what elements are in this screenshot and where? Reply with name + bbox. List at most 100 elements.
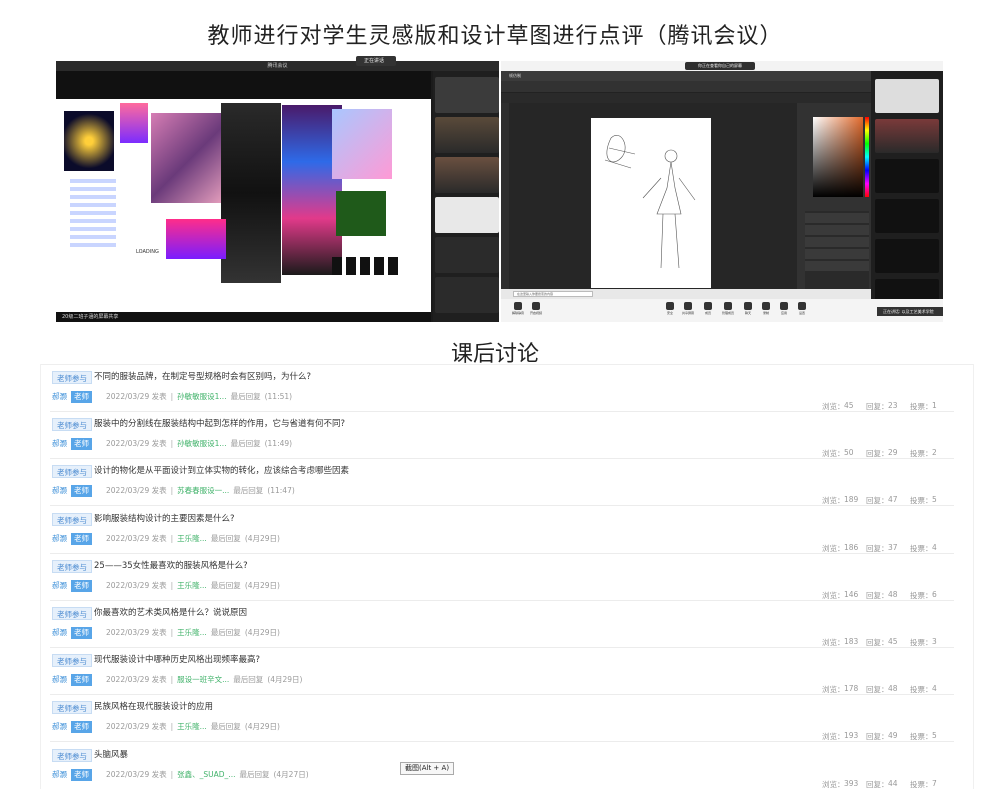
thread-item[interactable]: 老师参与 现代服装设计中哪种历史风格出现频率最高? 郝灏 老师 2022/03/29 发… (40, 648, 974, 696)
last-reply-time: (11:47) (267, 486, 295, 496)
last-reply-author[interactable]: 王乐隆... (177, 534, 207, 543)
thread-item[interactable]: 老师参与 民族风格在现代服装设计的应用 郝灏 老师 2022/03/29 发表 | 王乐隆.… (40, 695, 974, 743)
meeting-control-button[interactable]: 管理成员 (719, 302, 737, 315)
posted-label: 发表 (151, 628, 167, 637)
votes-count: 5 (932, 495, 937, 505)
thread-title[interactable]: 25——35女性最喜欢的服装风格是什么? (94, 560, 248, 573)
meeting-control-button[interactable]: 解除静音 (509, 302, 527, 315)
last-reply-author[interactable]: 张鑫、_SUAD_... (177, 770, 235, 779)
meeting-control-button[interactable]: 聊天 (739, 302, 757, 315)
thread-meta: 郝灏 老师 2022/03/29 发表 | 张鑫、_SUAD_... 最后回复 (4月27日… (52, 768, 309, 781)
thread-title[interactable]: 头脑风暴 (94, 749, 128, 762)
photoshop-tab[interactable]: 帧仿制 (509, 73, 521, 79)
votes-count: 4 (932, 684, 937, 694)
sketch-document[interactable] (591, 118, 711, 288)
participant-tile[interactable] (435, 277, 499, 313)
last-reply-author[interactable]: 王乐隆... (177, 628, 207, 637)
control-label: 应用 (780, 311, 787, 315)
meta-separator: | (170, 533, 174, 543)
layer-row[interactable] (805, 213, 869, 223)
participant-tile[interactable] (875, 199, 939, 233)
meeting-control-button[interactable]: 录制 (757, 302, 775, 315)
last-reply-author[interactable]: 孙敏敏服设1... (177, 439, 226, 448)
thread-title[interactable]: 你最喜欢的艺术类风格是什么？说说原因 (94, 607, 247, 620)
posted-label: 发表 (151, 580, 167, 590)
teacher-name-tag[interactable]: 郝灏 (52, 485, 67, 497)
thread-item[interactable]: 老师参与 25——35女性最喜欢的服装风格是什么? 郝灏 老师 2022/03/29 发… (40, 554, 974, 601)
teacher-name-tag[interactable]: 郝灏 (52, 438, 67, 450)
meeting-control-button[interactable]: 设置 (793, 302, 811, 315)
page-heading-meeting: 教师进行对学生灵感版和设计草图进行点评（腾讯会议） (207, 24, 783, 49)
meeting-control-button[interactable]: 应用 (775, 302, 793, 315)
taskbar-search[interactable]: 在这里输入你要搜索的内容 (513, 291, 593, 297)
teacher-participate-tag: 老师参与 (52, 512, 92, 526)
thread-title[interactable]: 服装中的分割线在服装结构中起到怎样的作用，它与省道有何不同? (94, 418, 345, 431)
teacher-name-tag[interactable]: 郝灏 (52, 721, 67, 733)
last-reply-author[interactable]: 孙敏敏服设1... (177, 392, 226, 401)
layers-panel (805, 211, 869, 289)
layer-row[interactable] (805, 237, 869, 247)
participant-tile[interactable] (435, 157, 499, 193)
meeting-status-pill[interactable]: 你正在查看你自己的屏幕 (685, 62, 755, 70)
participant-tile[interactable] (435, 117, 499, 153)
last-reply-time: (4月29日) (244, 628, 280, 637)
meta-separator: | (170, 392, 174, 401)
thread-meta: 郝灏 老师 2022/03/29 发表 | 王乐隆... 最后回复 (4月29日) (52, 627, 280, 639)
meeting-control-button[interactable]: 成员 (699, 302, 717, 315)
control-icon (684, 302, 692, 310)
last-reply-author[interactable]: 王乐隆... (177, 722, 207, 731)
thread-title[interactable]: 民族风格在现代服装设计的应用 (94, 701, 213, 714)
control-icon (704, 302, 712, 310)
replies-count: 48 (888, 589, 898, 599)
pixel-figure-image (120, 103, 148, 143)
teacher-name-tag[interactable]: 郝灏 (52, 391, 67, 403)
thread-title[interactable]: 影响服装结构设计的主要因素是什么? (94, 513, 235, 526)
participant-tile[interactable] (435, 197, 499, 233)
replies-count: 45 (888, 637, 898, 646)
thread-meta: 郝灏 老师 2022/03/29 发表 | 王乐隆... 最后回复 (4月29日) (52, 721, 280, 734)
thread-title[interactable]: 现代服装设计中哪种历史风格出现频率最高? (94, 654, 260, 667)
control-label: 设置 (798, 311, 805, 315)
views-count: 50 (844, 448, 854, 458)
participant-tile[interactable] (875, 79, 939, 113)
teacher-name-tag[interactable]: 郝灏 (52, 580, 67, 592)
teacher-name-tag[interactable]: 郝灏 (52, 769, 67, 781)
replies-label: 回复： (866, 779, 889, 789)
thread-title[interactable]: 不同的服装品牌，在制定号型规格时会有区别吗，为什么? (94, 371, 311, 384)
layer-row[interactable] (805, 225, 869, 235)
teacher-name-tag[interactable]: 郝灏 (52, 627, 67, 639)
meeting-control-button[interactable]: 共享屏幕 (679, 302, 697, 315)
last-reply-author[interactable]: 服设一班辛文... (177, 675, 229, 684)
fashion-sketch-icon (604, 135, 696, 269)
participant-tile[interactable] (435, 237, 499, 273)
thread-item[interactable]: 老师参与 影响服装结构设计的主要因素是什么? 郝灏 老师 2022/03/29 发表 | 王… (40, 507, 974, 554)
thread-title[interactable]: 设计的物化是从平面设计到立体实物的转化，应该综合考虑哪些因素 (94, 465, 349, 478)
last-reply-author[interactable]: 王乐隆... (177, 581, 207, 590)
thread-item[interactable]: 老师参与 头脑风暴 郝灏 老师 2022/03/29 发表 | 张鑫、_SUAD_... 最后… (40, 743, 974, 789)
teacher-name-tag[interactable]: 郝灏 (52, 533, 67, 545)
last-reply-author[interactable]: 苏春春服设一... (177, 486, 229, 495)
thread-meta: 郝灏 老师 2022/03/29 发表 | 王乐隆... 最后回复 (4月29日) (52, 532, 280, 545)
hue-slider[interactable] (865, 117, 869, 197)
meeting-control-button[interactable]: 开启视频 (527, 302, 545, 315)
color-picker[interactable] (813, 117, 863, 197)
thread-item[interactable]: 老师参与 设计的物化是从平面设计到立体实物的转化，应该综合考虑哪些因素 郝灏 老师 20… (40, 459, 974, 507)
posted-label: 发表 (151, 486, 167, 496)
layer-row[interactable] (805, 249, 869, 259)
teacher-name-tag[interactable]: 郝灏 (52, 674, 67, 686)
vaporwave-image (332, 109, 392, 179)
participant-tile[interactable] (875, 239, 939, 273)
thread-item[interactable]: 老师参与 你最喜欢的艺术类风格是什么？说说原因 郝灏 老师 2022/03/29 发表 |… (40, 601, 974, 648)
participant-tile[interactable] (435, 77, 499, 113)
last-reply-label: 最后回复 (233, 486, 264, 496)
participant-tile[interactable] (875, 159, 939, 193)
post-date: 2022/03/29 (106, 439, 150, 449)
meeting-control-button[interactable]: 安全 (661, 302, 679, 315)
thread-item[interactable]: 老师参与 不同的服装品牌，在制定号型规格时会有区别吗，为什么? 郝灏 老师 2022/0… (40, 365, 974, 412)
control-label: 安全 (666, 311, 673, 315)
thread-item[interactable]: 老师参与 服装中的分割线在服装结构中起到怎样的作用，它与省道有何不同? 郝灏 老师 20… (40, 412, 974, 460)
participant-tile[interactable] (875, 119, 939, 153)
photoshop-toolbar[interactable] (501, 103, 509, 293)
teacher-badge: 老师 (71, 485, 92, 498)
layer-row[interactable] (805, 261, 869, 271)
